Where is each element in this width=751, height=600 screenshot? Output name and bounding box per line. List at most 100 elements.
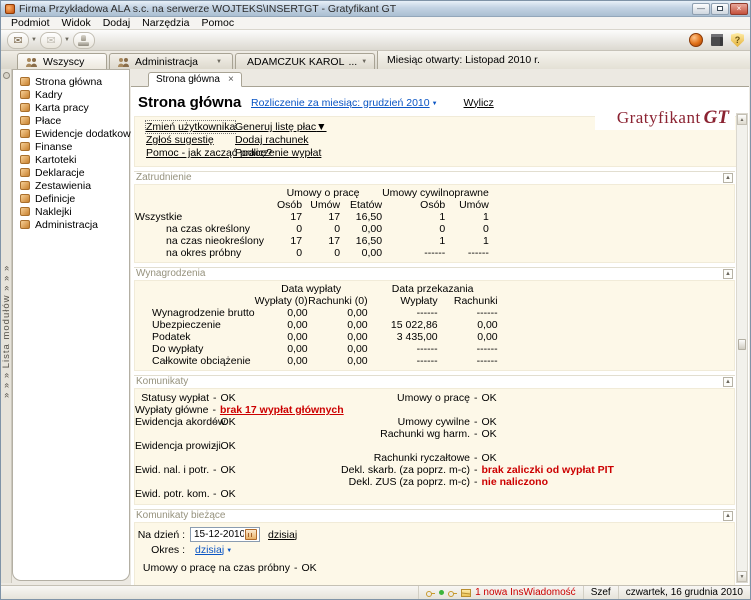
sidebar-item[interactable]: Kartoteki: [13, 153, 129, 166]
chevron-down-icon: ▼: [431, 100, 438, 107]
menu-item[interactable]: Podmiot: [5, 17, 56, 29]
period-link[interactable]: dzisiaj ▼: [195, 544, 232, 556]
section-collapse-button[interactable]: ▲: [723, 268, 733, 279]
table-row: na czas nieokreślony 17 17 16,50 11: [166, 235, 489, 247]
people-icon: [26, 57, 37, 67]
stamp-icon: [78, 34, 90, 46]
menu-item[interactable]: Narzędzia: [136, 17, 195, 29]
statusbar: 1 nowa InsWiadomość Szef czwartek, 16 gr…: [1, 585, 750, 599]
sidebar-item[interactable]: Strona główna: [13, 75, 129, 88]
menu-item[interactable]: Widok: [56, 17, 97, 29]
status-row: Wypłaty główne - brak 17 wypłat głównych: [135, 404, 344, 416]
sidebar-item-label: Administracja: [35, 218, 99, 231]
date-input[interactable]: [194, 529, 244, 540]
tab-label: ADAMCZUK KAROL: [247, 55, 345, 68]
menu-item[interactable]: Pomoc: [195, 17, 240, 29]
status-value: nie naliczono: [481, 476, 549, 488]
sidebar-item[interactable]: Administracja: [13, 218, 129, 231]
open-month-label: Miesiąc otwarty: Listopad 2010 r.: [387, 54, 540, 66]
module-sidebar: Strona główna Kadry Karta pracy Płace Ew…: [12, 69, 137, 581]
menubar: Podmiot Widok Dodaj Narzędzia Pomoc: [1, 17, 750, 30]
sidebar-item[interactable]: Karta pracy: [13, 101, 129, 114]
status-value: OK: [481, 452, 497, 464]
logo-box: Gratyfikant GT: [595, 106, 735, 130]
reply-message-button[interactable]: ✉: [39, 31, 62, 49]
stamp-button[interactable]: [72, 31, 95, 49]
status-value: OK: [220, 464, 236, 476]
new-message-dropdown-icon[interactable]: ▼: [31, 37, 37, 43]
current-date-label: czwartek, 16 grudnia 2010: [625, 587, 743, 598]
status-value: OK: [481, 428, 497, 440]
close-button[interactable]: ×: [730, 2, 748, 15]
module-list-collapsed-label: » » » Lista modułów » » »: [0, 264, 12, 398]
document-tab-row: Strona główna ×: [131, 69, 749, 87]
open-month-bar: Miesiąc otwarty: Listopad 2010 r.: [377, 51, 750, 69]
chevron-down-icon: ▼: [226, 547, 233, 554]
module-list-strip[interactable]: » » » Lista modułów » » »: [1, 69, 12, 583]
status-value: OK: [481, 416, 497, 428]
logo-gratyfikant: Gratyfikant: [616, 108, 701, 127]
status-row: Rachunki wg harm. - OK: [380, 428, 497, 440]
tab-label: Administracja: [135, 55, 199, 68]
help-shield-icon[interactable]: ?: [731, 33, 744, 47]
vertical-scrollbar[interactable]: ▲ ▼: [736, 113, 748, 583]
doc-tab-label: Strona główna: [156, 74, 220, 85]
quick-link[interactable]: Zmień użytkownika: [144, 120, 237, 134]
tab-more[interactable]: ...: [348, 56, 357, 68]
table-row: na czas określony 0 0 0,00 00: [166, 223, 489, 235]
pin-icon[interactable]: [2, 72, 10, 79]
restore-button[interactable]: [711, 2, 729, 15]
quick-link[interactable]: Pomoc - jak zacząć pracę?: [146, 147, 272, 160]
sidebar-item[interactable]: Naklejki: [13, 205, 129, 218]
quick-link[interactable]: Zgłoś sugestię: [146, 134, 235, 147]
tab-adamczuk-karol[interactable]: ADAMCZUK KAROL ... ▼: [235, 53, 375, 69]
sidebar-item[interactable]: Finanse: [13, 140, 129, 153]
section-collapse-button[interactable]: ▲: [723, 376, 733, 387]
green-status-icon: [439, 590, 445, 595]
window-title: Firma Przykładowa ALA s.c. na serwerze W…: [19, 2, 397, 15]
scroll-down-icon[interactable]: ▼: [737, 571, 747, 582]
tab-strona-glowna[interactable]: Strona główna ×: [148, 72, 242, 87]
cube-icon[interactable]: [711, 34, 723, 46]
menu-item[interactable]: Dodaj: [97, 17, 136, 29]
quick-link[interactable]: Dodaj rachunek: [235, 134, 327, 147]
tab-wszyscy[interactable]: Wszyscy: [17, 53, 107, 69]
sidebar-item[interactable]: Płace: [13, 114, 129, 127]
section-collapse-button[interactable]: ▲: [723, 172, 733, 183]
new-message-button[interactable]: ✉: [7, 31, 29, 49]
status-value: brak zaliczki od wypłat PIT: [481, 464, 614, 476]
today-link[interactable]: dzisiaj: [268, 529, 297, 541]
month-settlement-link[interactable]: Rozliczenie za miesiąc: grudzień 2010 ▼: [251, 97, 438, 109]
close-icon[interactable]: ×: [228, 74, 234, 85]
insert-sphere-icon[interactable]: [689, 33, 703, 47]
section-title: Zatrudnienie: [136, 172, 192, 183]
sidebar-item[interactable]: Ewidencje dodatkowe: [13, 127, 137, 140]
app-icon: [5, 3, 15, 14]
current-user-label: Szef: [590, 587, 611, 598]
sidebar-item[interactable]: Definicje: [13, 192, 129, 205]
chevron-down-icon[interactable]: ▼: [216, 59, 222, 65]
quick-link[interactable]: Podliczenie wypłat: [235, 147, 327, 160]
module-icon: [20, 207, 30, 216]
scrollbar-thumb[interactable]: [738, 339, 746, 350]
reply-message-dropdown-icon[interactable]: ▼: [64, 37, 70, 43]
statusbar-message-cell: 1 nowa InsWiadomość: [418, 586, 583, 599]
chevron-down-icon[interactable]: ▼: [361, 59, 367, 65]
sidebar-item[interactable]: Zestawienia: [13, 179, 129, 192]
section-collapse-button[interactable]: ▲: [723, 510, 733, 521]
table-row: Podatek 0,00 0,00 3 435,00 0,00: [152, 331, 498, 343]
sidebar-item[interactable]: Deklaracje: [13, 166, 129, 179]
quick-link[interactable]: Generuj listę płac▼: [235, 121, 327, 134]
calculate-link[interactable]: Wylicz: [464, 97, 494, 109]
mail-icon[interactable]: [461, 588, 472, 597]
date-field: [190, 527, 260, 542]
section-wynagrodzenia: Wynagrodzenia ▲ Data wypłaty Data przekaz…: [134, 267, 735, 371]
titlebar: Firma Przykładowa ALA s.c. na serwerze W…: [1, 1, 750, 17]
scroll-up-icon[interactable]: ▲: [737, 114, 747, 125]
ins-message-link[interactable]: 1 nowa InsWiadomość: [475, 587, 576, 598]
app-window: Firma Przykładowa ALA s.c. na serwerze W…: [0, 0, 751, 600]
calendar-icon[interactable]: [245, 529, 257, 540]
tab-administracja[interactable]: Administracja ▼: [109, 53, 233, 69]
minimize-button[interactable]: —: [692, 2, 710, 15]
sidebar-item[interactable]: Kadry: [13, 88, 129, 101]
